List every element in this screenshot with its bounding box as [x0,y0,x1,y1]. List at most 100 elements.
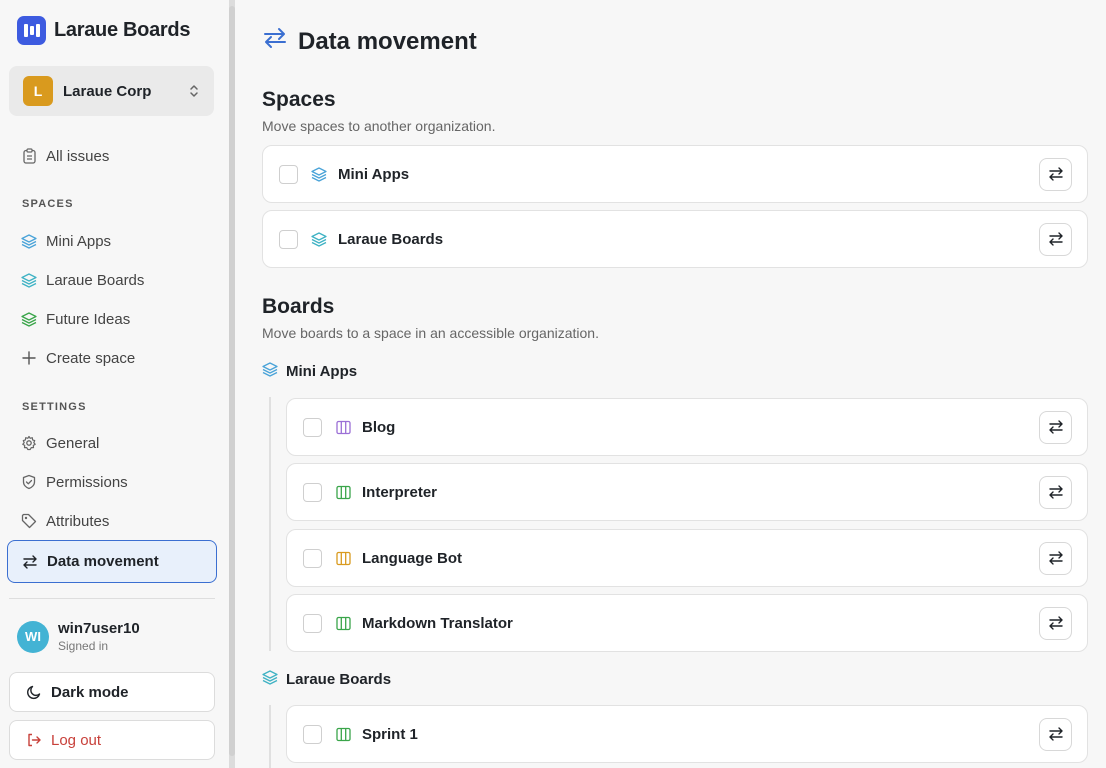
nav-label: Permissions [46,473,128,491]
arrows-left-right-icon [1048,551,1063,565]
board-checkbox[interactable] [303,613,322,633]
sidebar-item-future-ideas[interactable]: Future Ideas [7,300,217,338]
sidebar-divider [9,598,215,599]
board-checkbox[interactable] [303,548,322,568]
spaces-section-description: Move spaces to another organization. [262,118,496,134]
nav-label: All issues [46,147,110,165]
board-columns-icon [334,549,352,567]
spaces-section-title: Spaces [262,88,336,111]
board-name: Blog [362,418,396,436]
chevron-up-down-icon [188,83,200,99]
board-card-markdown-translator: Markdown Translator [286,594,1088,652]
nav-label: Attributes [46,512,110,530]
create-space-button[interactable]: Create space [7,339,217,377]
move-space-button[interactable] [1039,157,1072,191]
spaces-section-label: SPACES [22,198,74,210]
sidebar-item-laraue-boards[interactable]: Laraue Boards [7,261,217,299]
board-card-language-bot: Language Bot [286,529,1088,587]
board-card-blog: Blog [286,398,1088,456]
board-columns-icon [334,725,352,743]
brand[interactable]: Laraue Boards [17,16,190,45]
brand-name: Laraue Boards [54,19,191,41]
arrows-left-right-icon [1048,727,1063,741]
board-checkbox[interactable] [303,417,322,437]
move-space-button[interactable] [1039,222,1072,256]
layers-icon [310,165,328,183]
move-board-button[interactable] [1039,475,1072,509]
space-card-mini-apps: Mini Apps [262,145,1088,203]
arrows-left-right-icon [1048,616,1063,630]
space-checkbox[interactable] [279,164,298,184]
board-card-sprint-1: Sprint 1 [286,705,1088,763]
board-columns-icon [334,483,352,501]
move-board-button[interactable] [1039,717,1072,751]
layers-icon [21,311,37,327]
log-out-label: Log out [51,731,102,749]
sidebar-item-general[interactable]: General [7,424,217,462]
log-out-button[interactable]: Log out [9,720,215,760]
arrows-left-right-icon [1048,485,1063,499]
layers-icon [310,230,328,248]
org-avatar: L [23,76,53,106]
log-out-icon [26,732,42,748]
clipboard-icon [21,148,37,164]
board-columns-icon [334,614,352,632]
move-board-button[interactable] [1039,606,1072,640]
dark-mode-label: Dark mode [51,683,129,701]
board-checkbox[interactable] [303,482,322,502]
layers-icon [262,669,278,689]
sidebar-item-permissions[interactable]: Permissions [7,463,217,501]
move-board-button[interactable] [1039,410,1072,444]
dark-mode-button[interactable]: Dark mode [9,672,215,712]
org-switcher[interactable]: L Laraue Corp [9,66,214,116]
arrows-left-right-icon [22,554,38,570]
gear-icon [21,435,37,451]
board-columns-icon [334,418,352,436]
tag-icon [21,513,37,529]
sidebar-item-data-movement[interactable]: Data movement [7,540,217,583]
layers-icon [262,361,278,381]
board-name: Sprint 1 [362,725,418,743]
group-space-name: Laraue Boards [286,670,392,688]
page-title-text: Data movement [298,27,477,55]
arrows-left-right-icon [1048,420,1063,434]
space-card-laraue-boards: Laraue Boards [262,210,1088,268]
user-profile[interactable]: WI win7user10 Signed in [17,620,140,653]
nav-label: Mini Apps [46,232,112,250]
user-status: Signed in [58,639,109,653]
board-name: Language Bot [362,549,462,567]
boards-section-description: Move boards to a space in an accessible … [262,325,599,341]
board-name: Markdown Translator [362,614,513,632]
brand-logo-icon [17,16,46,45]
layers-icon [21,272,37,288]
nav-all-issues[interactable]: All issues [7,137,217,175]
boards-section-title: Boards [262,295,335,318]
board-card-interpreter: Interpreter [286,463,1088,521]
nav-label: Laraue Boards [46,271,145,289]
shield-check-icon [21,474,37,490]
avatar: WI [17,620,49,653]
space-checkbox[interactable] [279,229,298,249]
org-name: Laraue Corp [63,82,152,100]
settings-section-label: SETTINGS [22,401,87,413]
board-group-header: Mini Apps [262,361,357,381]
sidebar-item-mini-apps[interactable]: Mini Apps [7,222,217,260]
move-board-button[interactable] [1039,541,1072,575]
board-name: Interpreter [362,483,438,501]
nav-label: Future Ideas [46,310,131,328]
board-checkbox[interactable] [303,724,322,744]
nav-label: Data movement [47,553,159,570]
nav-label: General [46,434,100,452]
group-tree-line [269,705,271,768]
plus-icon [21,350,37,366]
sidebar-scrollbar-thumb[interactable] [229,6,235,756]
arrows-left-right-icon [1048,167,1063,181]
layers-icon [21,233,37,249]
sidebar-item-attributes[interactable]: Attributes [7,502,217,540]
user-name: win7user10 [58,620,140,637]
sidebar: Laraue Boards L Laraue Corp All issues S… [0,0,226,768]
nav-label: Create space [46,349,136,367]
page-title: Data movement [262,26,477,57]
space-name: Mini Apps [338,165,410,183]
board-group-header: Laraue Boards [262,669,391,689]
